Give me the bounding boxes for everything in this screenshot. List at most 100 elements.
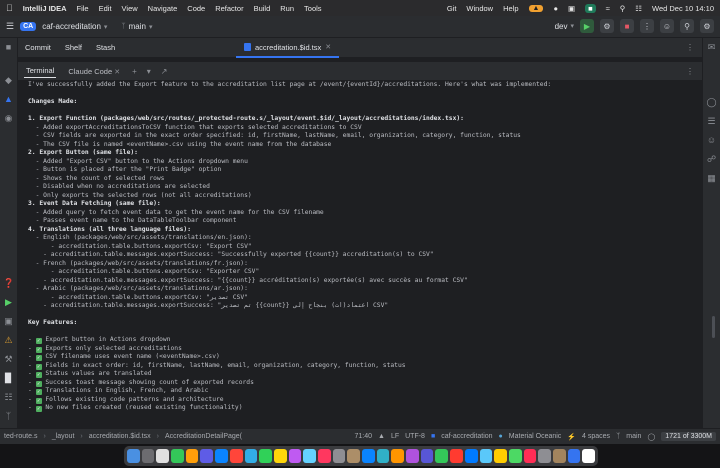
tab-terminal[interactable]: Terminal bbox=[24, 64, 57, 78]
dock-app-icon[interactable] bbox=[244, 449, 258, 463]
menu-view[interactable]: View bbox=[122, 4, 138, 13]
dock-app-icon[interactable] bbox=[200, 449, 214, 463]
ai-status-icon[interactable]: ▲ bbox=[378, 433, 385, 440]
menu-help[interactable]: Help bbox=[503, 4, 518, 13]
run-tool-icon[interactable]: ▶ bbox=[3, 297, 14, 308]
apple-logo-icon[interactable]:  bbox=[6, 3, 13, 13]
dock-app-icon[interactable] bbox=[347, 449, 360, 463]
dock-app-icon[interactable] bbox=[259, 449, 272, 463]
editor-file-tab[interactable]: accreditation.$id.tsx ✕ bbox=[236, 38, 340, 58]
lock-icon[interactable]: ◯ bbox=[647, 433, 655, 441]
project-tool-icon[interactable]: ■ bbox=[3, 42, 14, 53]
dock-app-icon[interactable] bbox=[538, 449, 551, 463]
project-selector[interactable]: caf-accreditation ▾ bbox=[42, 22, 107, 31]
commit-tool-icon[interactable]: ◆ bbox=[3, 75, 14, 86]
breadcrumb-item[interactable]: _layout bbox=[52, 433, 75, 440]
indent-setting[interactable]: 4 spaces bbox=[582, 433, 610, 440]
menu-window[interactable]: Window bbox=[466, 4, 493, 13]
run-icon[interactable]: ▶ bbox=[580, 19, 594, 33]
structure-icon[interactable]: ▦ bbox=[706, 173, 717, 184]
file-encoding[interactable]: UTF-8 bbox=[405, 433, 425, 440]
control-center-icon[interactable]: ☷ bbox=[635, 4, 642, 13]
close-icon[interactable]: ✕ bbox=[114, 69, 120, 76]
recording-icon[interactable]: ■ bbox=[585, 3, 596, 13]
terminal-output[interactable]: I've successfully added the Export featu… bbox=[18, 80, 702, 428]
status-item-icon[interactable]: ▲ bbox=[528, 4, 544, 12]
git-tool-icon[interactable]: ᛉ bbox=[3, 411, 14, 422]
menu-refactor[interactable]: Refactor bbox=[215, 4, 243, 13]
menu-run[interactable]: Run bbox=[280, 4, 294, 13]
dock-app-icon[interactable] bbox=[464, 449, 478, 463]
caret-position[interactable]: 71:40 bbox=[354, 433, 372, 440]
debug-icon[interactable]: ⚙ bbox=[600, 19, 614, 33]
memory-indicator[interactable]: 1721 of 3300M bbox=[661, 432, 716, 441]
endpoints-icon[interactable]: ☍ bbox=[706, 154, 717, 165]
gradle-icon[interactable]: ☰ bbox=[706, 116, 717, 127]
copilot-icon[interactable]: ☺ bbox=[706, 135, 717, 146]
github-icon[interactable]: ◉ bbox=[3, 113, 14, 124]
dock-app-icon[interactable] bbox=[567, 449, 581, 463]
dock-app-icon[interactable] bbox=[332, 449, 346, 463]
menu-build[interactable]: Build bbox=[254, 4, 271, 13]
profile-icon[interactable]: ☺ bbox=[660, 19, 674, 33]
dock-app-icon[interactable] bbox=[229, 449, 243, 463]
status-tray-icon[interactable]: ● bbox=[553, 4, 558, 13]
breadcrumb-item[interactable]: ted-route.s bbox=[4, 433, 37, 440]
notifications-tool-icon[interactable]: ☷ bbox=[3, 392, 14, 403]
app-menu[interactable]: IntelliJ IDEA bbox=[23, 4, 67, 13]
dock-app-icon[interactable] bbox=[317, 449, 331, 463]
breadcrumb-symbol[interactable]: AccreditationDetailPage( bbox=[165, 433, 242, 440]
dock-app-icon[interactable] bbox=[127, 449, 140, 463]
status-project[interactable]: caf-accreditation bbox=[441, 433, 492, 440]
dock-app-icon[interactable] bbox=[288, 449, 302, 463]
run-config-selector[interactable]: dev ▾ bbox=[555, 22, 574, 31]
status-branch[interactable]: main bbox=[626, 433, 641, 440]
dock-app-icon[interactable] bbox=[156, 449, 170, 463]
dock-app-icon[interactable] bbox=[494, 449, 507, 463]
dock-app-icon[interactable] bbox=[303, 449, 316, 463]
dock-app-icon[interactable] bbox=[435, 449, 449, 463]
dock-app-icon[interactable] bbox=[391, 449, 405, 463]
clock[interactable]: Wed Dec 10 14:10 bbox=[652, 4, 714, 13]
dock-app-icon[interactable] bbox=[479, 449, 493, 463]
more-options-icon[interactable]: ⋮ bbox=[686, 67, 694, 76]
menu-code[interactable]: Code bbox=[187, 4, 205, 13]
vim-icon[interactable]: ⚡ bbox=[567, 433, 576, 441]
new-tab-icon[interactable]: + bbox=[132, 67, 137, 76]
menu-tools[interactable]: Tools bbox=[304, 4, 322, 13]
expand-icon[interactable]: ↗ bbox=[161, 67, 168, 76]
theme-name[interactable]: Material Oceanic bbox=[509, 433, 562, 440]
dock-app-icon[interactable] bbox=[215, 449, 228, 463]
main-menu-icon[interactable]: ☰ bbox=[6, 21, 14, 32]
dock-app-icon[interactable] bbox=[171, 449, 184, 463]
close-icon[interactable]: ✕ bbox=[325, 43, 331, 51]
more-actions-icon[interactable]: ⋮ bbox=[640, 19, 654, 33]
ai-assistant-icon[interactable]: ▲ bbox=[3, 94, 14, 105]
tab-claude-code[interactable]: Claude Code ✕ bbox=[66, 65, 122, 78]
wifi-icon[interactable]: ≈ bbox=[606, 4, 610, 13]
help-icon[interactable]: ❓ bbox=[3, 278, 14, 289]
dock-app-icon[interactable] bbox=[420, 449, 434, 463]
menu-git[interactable]: Git bbox=[447, 4, 457, 13]
services-tool-icon[interactable]: ▣ bbox=[3, 316, 14, 327]
menu-edit[interactable]: Edit bbox=[99, 4, 112, 13]
build-tool-icon[interactable]: ⚒ bbox=[3, 354, 14, 365]
breadcrumb-file[interactable]: accreditation.$id.tsx bbox=[89, 433, 151, 440]
tab-commit[interactable]: Commit bbox=[18, 43, 58, 52]
dock-app-icon[interactable] bbox=[582, 449, 595, 463]
dock-app-icon[interactable] bbox=[552, 449, 566, 463]
tab-shelf[interactable]: Shelf bbox=[58, 43, 89, 52]
terminal-scrollbar[interactable] bbox=[712, 316, 715, 338]
more-tabs-icon[interactable]: ⋮ bbox=[686, 43, 694, 52]
dock-app-icon[interactable] bbox=[273, 449, 287, 463]
search-everywhere-icon[interactable]: ⚲ bbox=[680, 19, 694, 33]
menu-file[interactable]: File bbox=[77, 4, 89, 13]
dock-app-icon[interactable] bbox=[141, 449, 155, 463]
dock-app-icon[interactable] bbox=[523, 449, 537, 463]
line-separator[interactable]: LF bbox=[391, 433, 399, 440]
project-badge[interactable]: CA bbox=[20, 22, 37, 31]
branch-selector[interactable]: ᛉ main ▾ bbox=[121, 22, 152, 31]
settings-icon[interactable]: ⚙ bbox=[700, 19, 714, 33]
dock-app-icon[interactable] bbox=[185, 449, 199, 463]
notifications-icon[interactable]: ✉ bbox=[706, 42, 717, 53]
